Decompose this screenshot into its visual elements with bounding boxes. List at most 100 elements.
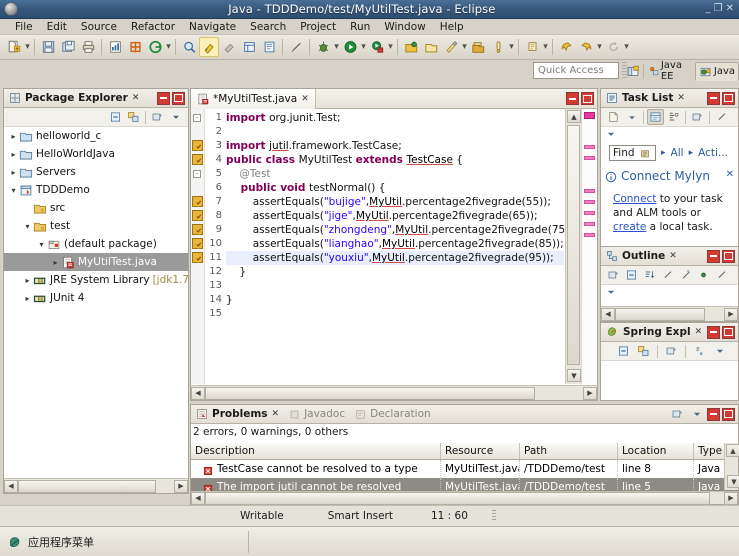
editor-vscrollbar[interactable]: ▲ ▼ (565, 109, 581, 384)
new-java-package-icon[interactable] (125, 37, 145, 57)
status-bar-grip[interactable] (491, 510, 496, 522)
link-with-editor-icon[interactable] (125, 109, 142, 125)
hide-nonpublic-icon[interactable] (695, 267, 712, 283)
filters-icon[interactable] (669, 406, 686, 422)
column-path[interactable]: Path (520, 443, 618, 459)
menu-navigate[interactable]: Navigate (182, 21, 243, 33)
maximize-view-button[interactable] (722, 249, 735, 263)
minimize-editor-button[interactable] (566, 92, 579, 105)
close-icon[interactable]: ✕ (301, 94, 309, 104)
tree-item[interactable]: ▸ HelloWorldJava (4, 145, 188, 163)
new-java-class-icon[interactable] (145, 37, 165, 57)
tab-javadoc[interactable]: Javadoc (284, 405, 350, 424)
tab-problems[interactable]: Problems ✕ (191, 405, 284, 424)
print-icon[interactable] (78, 37, 98, 57)
menu-edit[interactable]: Edit (40, 21, 74, 33)
tree-item[interactable]: ▸ helloworld_c (4, 127, 188, 145)
terminate-icon[interactable] (468, 37, 488, 57)
open-perspective-icon[interactable] (401, 37, 421, 57)
view-menu-icon[interactable] (663, 343, 680, 359)
perspective-java-ee[interactable]: Java EE (646, 60, 693, 82)
minimize-view-button[interactable] (707, 91, 720, 105)
folding-toggle-icon[interactable]: - (193, 114, 201, 122)
hide-static-icon[interactable]: S (677, 267, 694, 283)
quick-fix-error-icon[interactable] (192, 196, 203, 207)
editor-code-line[interactable]: assertEquals("jige",MyUtil.percentage2fi… (226, 209, 564, 223)
chevron-right-icon[interactable]: ▸ (8, 150, 19, 159)
tree-item[interactable]: ▾ (default package) (4, 235, 188, 253)
toggle-mark-occurrences-icon[interactable] (199, 37, 219, 57)
hide-local-icon[interactable] (713, 267, 730, 283)
last-edit-location-icon[interactable] (259, 37, 279, 57)
scroll-down-icon[interactable]: ▼ (727, 475, 739, 488)
collapse-all-icon[interactable] (623, 267, 640, 283)
maximize-editor-button[interactable] (581, 92, 594, 105)
editor-tab-myutiltest[interactable]: *MyUtilTest.java ✕ (191, 88, 316, 109)
editor-hscrollbar[interactable]: ◀ ▶ (191, 385, 597, 400)
connect-link[interactable]: Connect (613, 193, 656, 205)
open-type-icon[interactable] (179, 37, 199, 57)
debug-dropdown-icon[interactable]: ▾ (333, 42, 340, 52)
scroll-left-icon[interactable]: ◀ (191, 386, 205, 400)
editor-code-line[interactable]: assertEquals("zhongdeng",MyUtil.percenta… (226, 223, 564, 237)
menu-project[interactable]: Project (293, 21, 343, 33)
overview-marker[interactable] (584, 145, 595, 149)
problems-hscrollbar[interactable]: ◀ ▶ (191, 491, 738, 505)
new-wizard-dropdown-icon[interactable]: ▾ (24, 42, 31, 52)
minimize-view-button[interactable] (707, 249, 720, 263)
quick-fix-error-icon[interactable] (192, 252, 203, 263)
chevron-right-icon[interactable]: ▸ (50, 258, 61, 267)
filter-icon[interactable] (713, 109, 730, 125)
find-input[interactable]: Find (609, 145, 656, 161)
minimize-view-button[interactable] (707, 325, 721, 339)
column-description[interactable]: Description (191, 443, 441, 459)
filter-active-label[interactable]: Acti... (698, 147, 728, 159)
menu-file[interactable]: File (8, 21, 40, 33)
column-resource[interactable]: Resource (441, 443, 520, 459)
history-dropdown-icon[interactable]: ▾ (596, 42, 603, 52)
editor-code-line[interactable] (226, 279, 564, 293)
tab-task-list[interactable]: Task List ✕ (601, 89, 690, 108)
outline-view-menu[interactable] (605, 287, 617, 300)
filter-all-label[interactable]: All (671, 147, 684, 159)
close-icon[interactable]: ✕ (695, 327, 703, 337)
debug-icon[interactable] (313, 37, 333, 57)
overview-marker[interactable] (584, 200, 595, 204)
tools-dropdown-icon[interactable]: ▾ (461, 42, 468, 52)
overview-marker[interactable] (584, 156, 595, 160)
scheduled-icon[interactable] (665, 109, 682, 125)
back-icon[interactable] (556, 37, 576, 57)
app-menu-label[interactable]: 应用程序菜单 (28, 534, 94, 550)
editor-code-line[interactable]: assertEquals("bujige",MyUtil.percentage2… (226, 195, 564, 209)
scroll-right-icon[interactable]: ▶ (724, 491, 738, 505)
package-explorer-tree[interactable]: ▸ helloworld_c ▸ HelloWorldJava ▸ Servers ▾ TDD… (4, 127, 188, 477)
link-with-editor-icon[interactable] (635, 343, 652, 359)
sort-icon[interactable] (641, 267, 658, 283)
hscroll-thumb[interactable] (18, 479, 156, 493)
chevron-right-icon[interactable]: ▸ (8, 132, 19, 141)
menu-search[interactable]: Search (243, 21, 293, 33)
chevron-down-icon[interactable]: ▾ (36, 240, 47, 249)
close-icon[interactable]: ✕ (726, 4, 734, 14)
maximize-view-button[interactable] (722, 91, 735, 105)
menu-refactor[interactable]: Refactor (124, 21, 182, 33)
editor-code-line[interactable]: public class MyUtilTest extends TestCase… (226, 153, 564, 167)
table-row[interactable]: TestCase cannot be resolved to a type MyU… (191, 460, 738, 478)
tree-item[interactable]: ▸ Servers (4, 163, 188, 181)
tree-item[interactable]: ▸ JRE System Library[jdk1.7.0_6; (4, 271, 188, 289)
mylyn-dismiss-icon[interactable]: ✕ (726, 169, 734, 180)
hide-fields-icon[interactable] (659, 267, 676, 283)
scroll-right-icon[interactable]: ▶ (583, 386, 597, 400)
menu-window[interactable]: Window (377, 21, 432, 33)
package-explorer-hscrollbar[interactable]: ◀ ▶ (4, 478, 188, 493)
new-wizard-icon[interactable] (4, 37, 24, 57)
validate-dropdown-icon[interactable]: ▾ (508, 42, 515, 52)
overview-marker[interactable] (584, 211, 595, 215)
maximize-view-button[interactable] (722, 407, 735, 421)
hscroll-thumb[interactable] (615, 307, 705, 321)
chevron-down-icon[interactable]: ▾ (8, 186, 19, 195)
tree-item[interactable]: ▸ JUnit 4 (4, 289, 188, 307)
overview-marker[interactable] (584, 222, 595, 226)
view-menu-icon[interactable] (149, 109, 166, 125)
vscroll-thumb[interactable] (567, 125, 580, 365)
